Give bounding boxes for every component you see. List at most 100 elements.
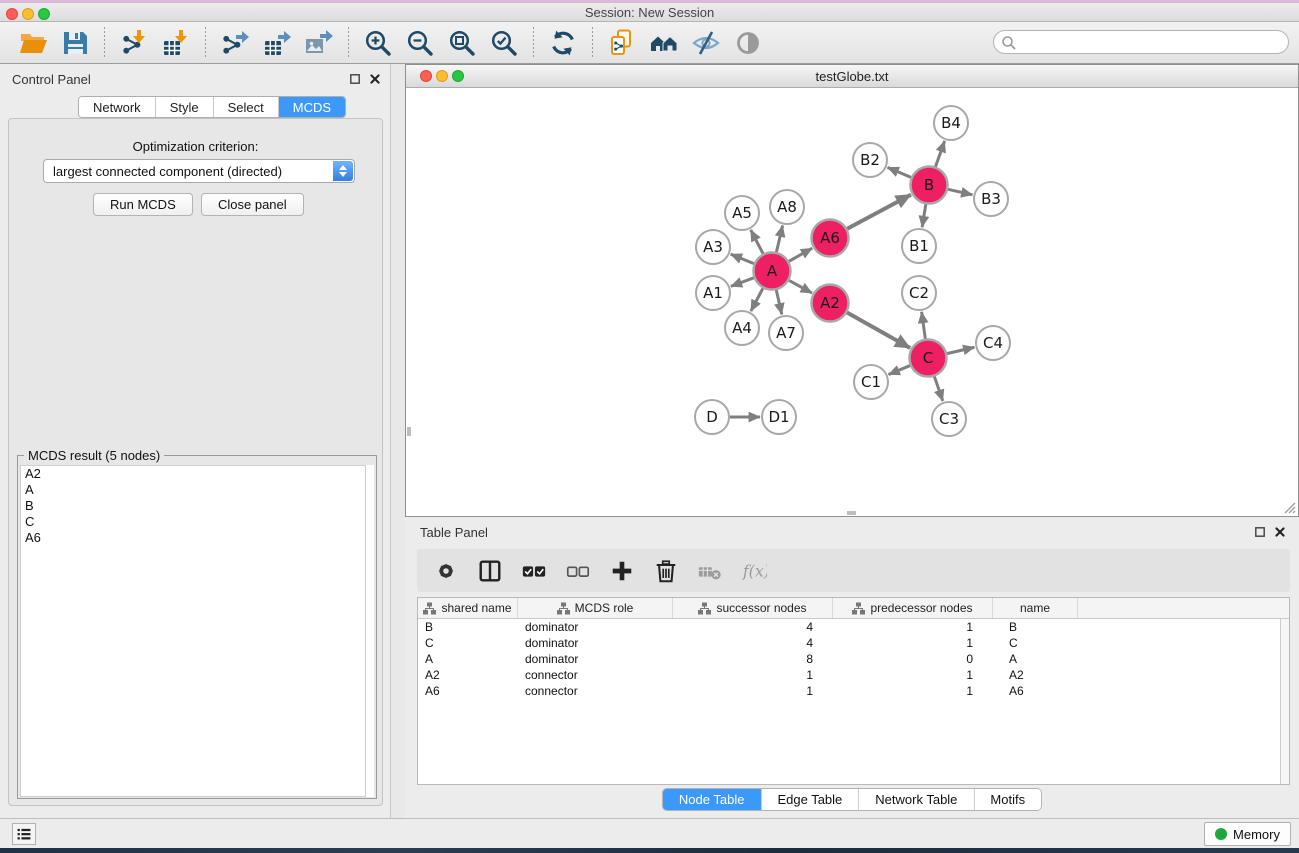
network-window-titlebar[interactable]: testGlobe.txt	[406, 65, 1298, 88]
canvas-left-handle[interactable]	[407, 427, 411, 436]
float-panel-icon[interactable]	[348, 72, 362, 86]
mcds-result-item[interactable]: A2	[21, 466, 366, 482]
toggle-column-view-icon[interactable]	[473, 554, 507, 588]
resize-grip-icon[interactable]	[1281, 499, 1296, 514]
canvas-bottom-handle[interactable]	[847, 511, 856, 515]
edge-A-A2[interactable]	[789, 280, 812, 293]
node-D1[interactable]: D1	[762, 400, 796, 434]
node-A3[interactable]: A3	[696, 230, 730, 264]
cell[interactable]: B	[418, 620, 518, 634]
cell[interactable]: dominator	[518, 652, 673, 666]
node-A6[interactable]: A6	[812, 220, 849, 257]
edge-B-B1[interactable]	[922, 204, 926, 227]
tab-edge-table[interactable]: Edge Table	[761, 789, 859, 810]
zoom-in-icon[interactable]	[359, 25, 397, 61]
mcds-result-item[interactable]: A	[21, 482, 366, 498]
node-D[interactable]: D	[695, 400, 729, 434]
cell[interactable]: A6	[418, 684, 518, 698]
add-column-icon[interactable]	[605, 554, 639, 588]
cell[interactable]: 4	[673, 620, 833, 634]
tab-select[interactable]: Select	[214, 97, 279, 117]
node-A2[interactable]: A2	[812, 285, 849, 322]
close-table-panel-icon[interactable]	[1273, 525, 1287, 539]
cell[interactable]: 1	[673, 668, 833, 682]
save-session-icon[interactable]	[56, 25, 94, 61]
edge-A6-B[interactable]	[847, 195, 911, 229]
import-table-icon[interactable]	[157, 25, 195, 61]
tab-mcds[interactable]: MCDS	[279, 97, 345, 117]
node-C3[interactable]: C3	[932, 402, 966, 436]
memory-button[interactable]: Memory	[1204, 822, 1291, 846]
cell[interactable]: A	[993, 652, 1078, 666]
tab-network-table[interactable]: Network Table	[859, 789, 974, 810]
cell[interactable]: 1	[673, 684, 833, 698]
edge-C-C3[interactable]	[934, 376, 942, 401]
cell[interactable]: C	[993, 636, 1078, 650]
mcds-result-item[interactable]: B	[21, 498, 366, 514]
column-header-predecessor-nodes[interactable]: predecessor nodes	[833, 598, 993, 618]
node-B[interactable]: B	[911, 167, 948, 204]
show-all-networks-icon[interactable]	[645, 25, 683, 61]
mcds-result-item[interactable]: C	[21, 514, 366, 530]
cell[interactable]: C	[418, 636, 518, 650]
zoom-selected-icon[interactable]	[485, 25, 523, 61]
cell[interactable]: 8	[673, 652, 833, 666]
search-input[interactable]	[1020, 32, 1280, 52]
edge-A-A7[interactable]	[776, 290, 782, 314]
node-C[interactable]: C	[910, 340, 947, 377]
import-network-icon[interactable]	[115, 25, 153, 61]
zoom-out-icon[interactable]	[401, 25, 439, 61]
node-B1[interactable]: B1	[902, 229, 936, 263]
edge-B-B4[interactable]	[936, 141, 945, 167]
export-table-icon[interactable]	[258, 25, 296, 61]
mcds-list-scrollbar[interactable]	[365, 465, 374, 797]
node-A4[interactable]: A4	[725, 311, 759, 345]
node-A7[interactable]: A7	[769, 316, 803, 350]
table-row[interactable]: A6connector11A6	[418, 683, 1289, 699]
cell[interactable]: connector	[518, 668, 673, 682]
edge-C-C4[interactable]	[947, 347, 974, 353]
cell[interactable]: 1	[833, 636, 993, 650]
table-scrollbar[interactable]	[1280, 619, 1289, 784]
edge-B-B2[interactable]	[887, 167, 911, 177]
edge-C-C1[interactable]	[889, 366, 911, 375]
cell[interactable]: 1	[833, 684, 993, 698]
node-C1[interactable]: C1	[854, 365, 888, 399]
column-header-successor-nodes[interactable]: successor nodes	[673, 598, 833, 618]
node-C4[interactable]: C4	[976, 326, 1010, 360]
network-canvas[interactable]: B4B2BB3A8A5A6B1A3AC2A1A2A4A7C4CC1C3DD1	[407, 89, 1297, 515]
open-session-icon[interactable]	[14, 25, 52, 61]
select-all-rows-icon[interactable]	[517, 554, 551, 588]
edge-C-C2[interactable]	[922, 312, 926, 339]
node-B3[interactable]: B3	[974, 182, 1008, 216]
edge-A-A6[interactable]	[789, 248, 812, 261]
hide-selected-icon[interactable]	[687, 25, 725, 61]
node-A[interactable]: A	[754, 253, 791, 290]
edge-A-A1[interactable]	[731, 278, 754, 287]
cell[interactable]: dominator	[518, 620, 673, 634]
cell[interactable]: A	[418, 652, 518, 666]
edge-A-A8[interactable]	[776, 225, 782, 252]
run-mcds-button[interactable]: Run MCDS	[93, 193, 193, 216]
tab-node-table[interactable]: Node Table	[663, 789, 762, 810]
column-header-name[interactable]: name	[993, 598, 1078, 618]
cell[interactable]: A2	[993, 668, 1078, 682]
edge-A-A3[interactable]	[731, 254, 754, 263]
tab-style[interactable]: Style	[156, 97, 214, 117]
edge-A2-C[interactable]	[847, 313, 910, 348]
clone-network-icon[interactable]	[603, 25, 641, 61]
node-A1[interactable]: A1	[696, 276, 730, 310]
refresh-icon[interactable]	[544, 25, 582, 61]
search-box[interactable]	[993, 30, 1289, 54]
deselect-all-rows-icon[interactable]	[561, 554, 595, 588]
cell[interactable]: 1	[833, 620, 993, 634]
cell[interactable]: 4	[673, 636, 833, 650]
cell[interactable]: connector	[518, 684, 673, 698]
close-panel-icon[interactable]	[368, 72, 382, 86]
mcds-result-item[interactable]: A6	[21, 530, 366, 546]
cell[interactable]: A2	[418, 668, 518, 682]
tab-network[interactable]: Network	[79, 97, 156, 117]
node-C2[interactable]: C2	[902, 276, 936, 310]
tab-motifs[interactable]: Motifs	[974, 789, 1041, 810]
close-panel-button[interactable]: Close panel	[201, 193, 304, 216]
